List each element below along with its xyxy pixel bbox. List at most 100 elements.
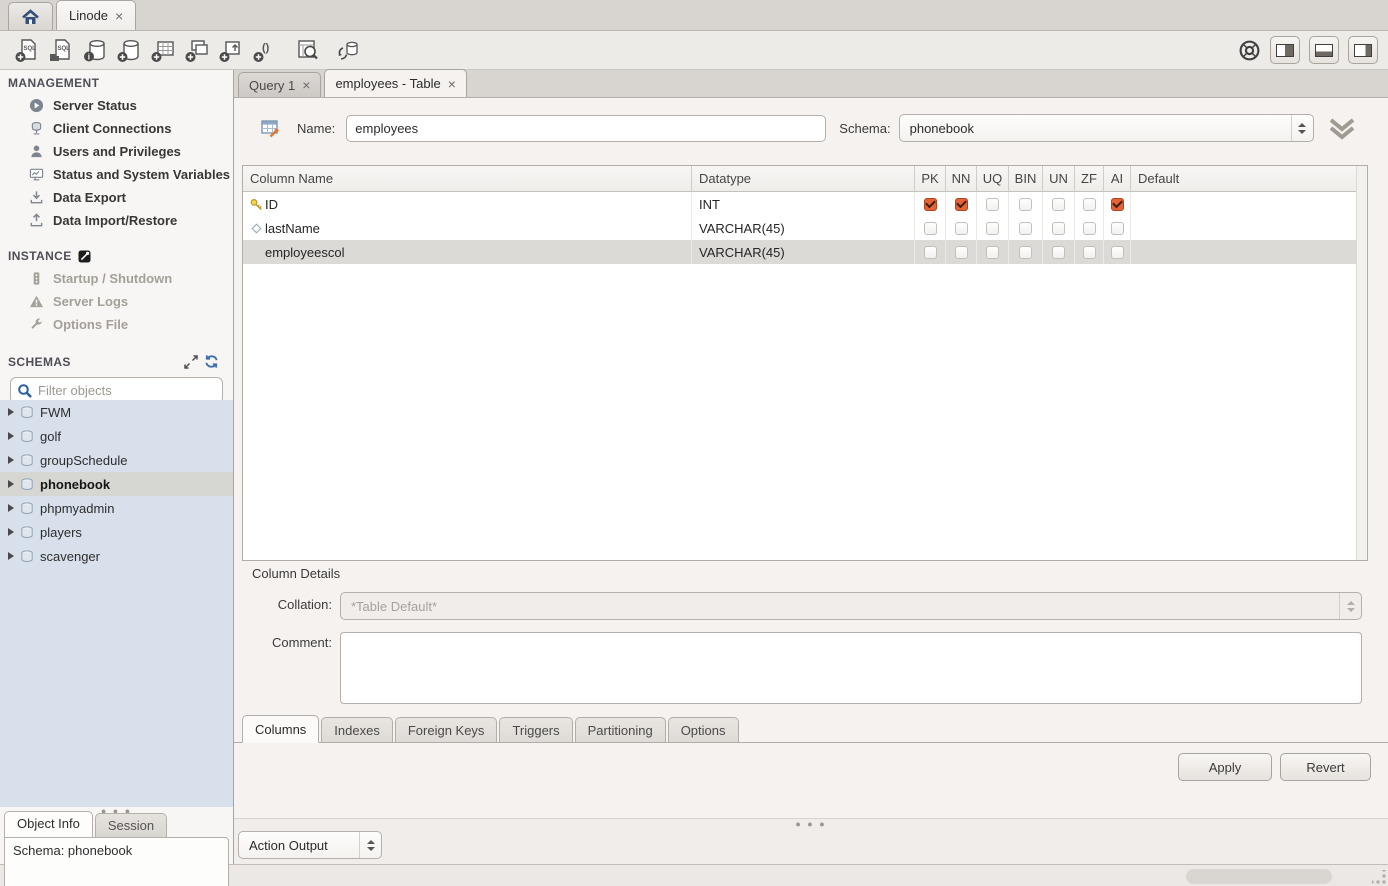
expander-icon[interactable] bbox=[8, 528, 14, 536]
ai-checkbox[interactable] bbox=[1111, 246, 1124, 259]
ai-checkbox[interactable] bbox=[1111, 222, 1124, 235]
new-table-icon[interactable] bbox=[146, 34, 180, 66]
spinner-icon[interactable] bbox=[1291, 115, 1313, 141]
nn-checkbox[interactable] bbox=[955, 246, 968, 259]
un-checkbox[interactable] bbox=[1052, 246, 1065, 259]
toggle-left-panel-icon[interactable] bbox=[1270, 36, 1300, 64]
close-icon[interactable]: × bbox=[448, 76, 456, 92]
table-name-input[interactable] bbox=[346, 115, 826, 142]
subtab-partitioning[interactable]: Partitioning bbox=[575, 717, 666, 742]
close-icon[interactable]: × bbox=[302, 77, 310, 93]
help-icon[interactable] bbox=[1238, 39, 1261, 62]
home-tab[interactable] bbox=[8, 2, 53, 30]
uq-checkbox[interactable] bbox=[986, 222, 999, 235]
expand-header-chevron-icon[interactable] bbox=[1327, 115, 1357, 142]
schema-select[interactable]: phonebook bbox=[899, 114, 1314, 142]
apply-button[interactable]: Apply bbox=[1178, 753, 1272, 781]
schema-row-fwm[interactable]: FWM bbox=[0, 400, 233, 424]
schema-row-phpmyadmin[interactable]: phpmyadmin bbox=[0, 496, 233, 520]
subtab-triggers[interactable]: Triggers bbox=[499, 717, 572, 742]
expander-icon[interactable] bbox=[8, 432, 14, 440]
resize-grip-icon[interactable] bbox=[1372, 870, 1386, 884]
sidebar-item-options-file[interactable]: Options File bbox=[0, 313, 233, 336]
ai-checkbox[interactable] bbox=[1111, 198, 1124, 211]
tab-employees-table[interactable]: employees - Table × bbox=[324, 69, 466, 97]
grid-scrollbar[interactable] bbox=[1356, 166, 1367, 560]
subtab-foreign-keys[interactable]: Foreign Keys bbox=[395, 717, 498, 742]
editor-tabstrip: Query 1 × employees - Table × bbox=[234, 70, 1388, 98]
connection-tab[interactable]: Linode × bbox=[56, 0, 136, 30]
home-icon bbox=[21, 8, 40, 25]
output-splitter[interactable]: ● ● ● bbox=[234, 818, 1388, 828]
tab-object-info[interactable]: Object Info bbox=[4, 811, 93, 837]
sync-database-icon[interactable] bbox=[330, 34, 364, 66]
new-sql-tab-icon[interactable]: SQL bbox=[10, 34, 44, 66]
pk-checkbox[interactable] bbox=[924, 198, 937, 211]
table-inspector-icon[interactable] bbox=[290, 34, 324, 66]
sidebar-item-data-export[interactable]: Data Export bbox=[0, 186, 233, 209]
sidebar: MANAGEMENT Server Status Client Connecti… bbox=[0, 70, 234, 864]
svg-text:SQL: SQL bbox=[24, 46, 37, 52]
schema-row-players[interactable]: players bbox=[0, 520, 233, 544]
open-sql-script-icon[interactable]: SQL bbox=[44, 34, 78, 66]
sidebar-item-data-import[interactable]: Data Import/Restore bbox=[0, 209, 233, 232]
tab-query-1[interactable]: Query 1 × bbox=[238, 72, 321, 97]
uq-checkbox[interactable] bbox=[986, 246, 999, 259]
sidebar-item-startup-shutdown[interactable]: Startup / Shutdown bbox=[0, 267, 233, 290]
refresh-schemas-icon[interactable] bbox=[204, 354, 219, 369]
subtab-columns[interactable]: Columns bbox=[242, 715, 319, 743]
toggle-right-panel-icon[interactable] bbox=[1348, 36, 1378, 64]
zf-checkbox[interactable] bbox=[1083, 222, 1096, 235]
schema-row-groupschedule[interactable]: groupSchedule bbox=[0, 448, 233, 472]
revert-button[interactable]: Revert bbox=[1280, 753, 1371, 781]
column-row-id[interactable]: ID INT bbox=[243, 192, 1367, 216]
nn-checkbox[interactable] bbox=[955, 222, 968, 235]
tab-session[interactable]: Session bbox=[95, 813, 167, 837]
un-checkbox[interactable] bbox=[1052, 222, 1065, 235]
bin-checkbox[interactable] bbox=[1019, 246, 1032, 259]
comment-textarea[interactable] bbox=[340, 632, 1362, 704]
server-info-icon[interactable]: i bbox=[78, 34, 112, 66]
zf-checkbox[interactable] bbox=[1083, 198, 1096, 211]
sidebar-item-users-privileges[interactable]: Users and Privileges bbox=[0, 140, 233, 163]
schema-row-scavenger[interactable]: scavenger bbox=[0, 544, 233, 568]
expander-icon[interactable] bbox=[8, 552, 14, 560]
bin-checkbox[interactable] bbox=[1019, 222, 1032, 235]
pk-checkbox[interactable] bbox=[924, 246, 937, 259]
nn-checkbox[interactable] bbox=[955, 198, 968, 211]
expander-icon[interactable] bbox=[8, 480, 14, 488]
schema-row-phonebook[interactable]: phonebook bbox=[0, 472, 233, 496]
spinner-icon[interactable] bbox=[359, 832, 381, 858]
toggle-bottom-panel-icon[interactable] bbox=[1309, 36, 1339, 64]
new-procedure-icon[interactable] bbox=[214, 34, 248, 66]
schema-icon bbox=[20, 526, 34, 539]
search-icon bbox=[17, 383, 33, 399]
name-label: Name: bbox=[297, 121, 335, 136]
schema-filter-input[interactable] bbox=[38, 383, 216, 398]
expand-schemas-icon[interactable] bbox=[184, 355, 198, 369]
expander-icon[interactable] bbox=[8, 408, 14, 416]
sidebar-item-client-connections[interactable]: Client Connections bbox=[0, 117, 233, 140]
subtab-indexes[interactable]: Indexes bbox=[321, 717, 393, 742]
bin-checkbox[interactable] bbox=[1019, 198, 1032, 211]
un-checkbox[interactable] bbox=[1052, 198, 1065, 211]
output-selector[interactable]: Action Output bbox=[238, 831, 382, 859]
expander-icon[interactable] bbox=[8, 456, 14, 464]
sidebar-item-server-logs[interactable]: Server Logs bbox=[0, 290, 233, 313]
new-view-icon[interactable] bbox=[180, 34, 214, 66]
collation-select[interactable]: *Table Default* bbox=[340, 592, 1362, 620]
uq-checkbox[interactable] bbox=[986, 198, 999, 211]
close-icon[interactable]: × bbox=[115, 9, 123, 23]
pk-checkbox[interactable] bbox=[924, 222, 937, 235]
column-row-employeescol[interactable]: employeescol VARCHAR(45) bbox=[243, 240, 1367, 264]
new-connection-icon[interactable] bbox=[112, 34, 146, 66]
expander-icon[interactable] bbox=[8, 504, 14, 512]
sidebar-item-server-status[interactable]: Server Status bbox=[0, 94, 233, 117]
schema-row-golf[interactable]: golf bbox=[0, 424, 233, 448]
new-function-icon[interactable]: () bbox=[248, 34, 282, 66]
zf-checkbox[interactable] bbox=[1083, 246, 1096, 259]
column-diamond-icon bbox=[247, 225, 265, 232]
sidebar-item-system-variables[interactable]: Status and System Variables bbox=[0, 163, 233, 186]
subtab-options[interactable]: Options bbox=[668, 717, 739, 742]
column-row-lastname[interactable]: lastName VARCHAR(45) bbox=[243, 216, 1367, 240]
